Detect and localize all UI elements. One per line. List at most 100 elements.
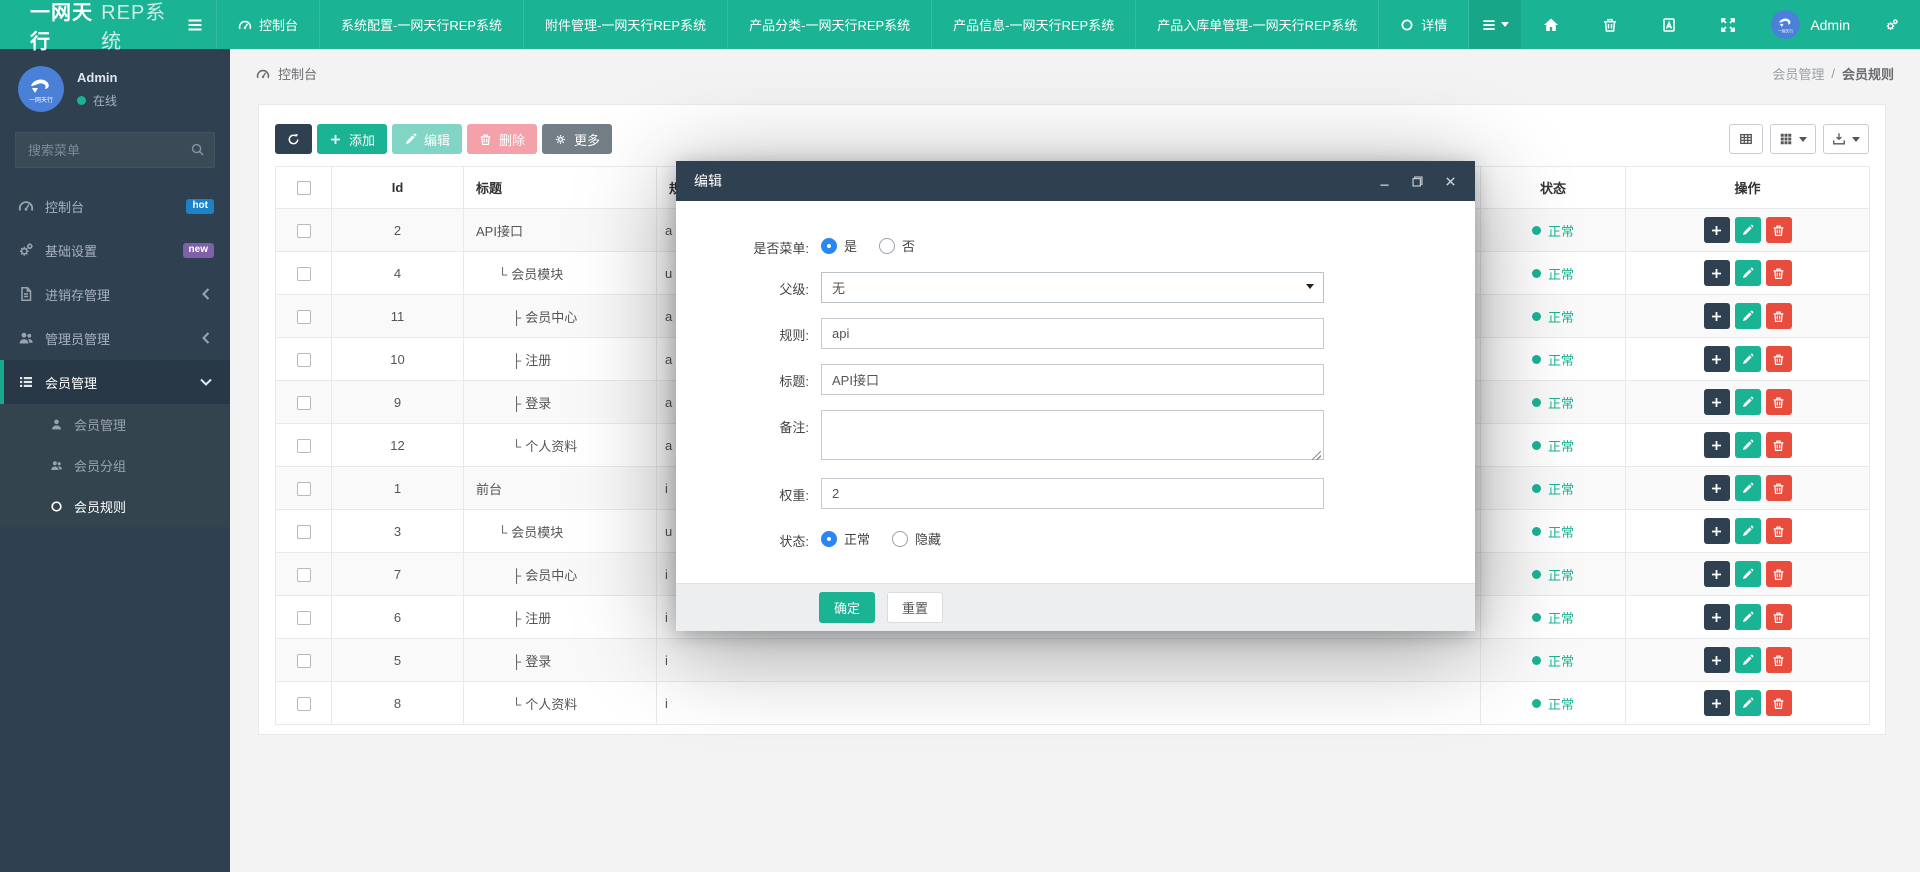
edit-row-button[interactable] [1734,475,1761,501]
delete-row-button[interactable] [1765,475,1792,501]
text-field[interactable] [821,318,1324,349]
text-field[interactable] [821,478,1324,509]
add-child-button[interactable] [1703,303,1730,329]
add-button[interactable]: 添加 [317,124,388,154]
row-checkbox[interactable] [296,567,311,582]
row-checkbox[interactable] [296,223,311,238]
refresh-button[interactable] [275,124,312,154]
tab-list-dropdown-button[interactable] [1469,0,1522,49]
add-child-button[interactable] [1703,604,1730,630]
edit-row-button[interactable] [1734,561,1761,587]
book-button[interactable] [1639,0,1698,49]
sidebar-item-进销存管理[interactable]: 进销存管理 [0,272,230,316]
app-logo[interactable]: 一网天行 REP系统 [0,0,174,53]
nav-tab-1[interactable]: 系统配置-一网天行REP系统 [318,0,523,49]
settings-gears-button[interactable] [1864,0,1920,49]
more-button[interactable]: 更多 [542,124,613,154]
parent-select[interactable]: 无 [821,272,1324,303]
row-checkbox[interactable] [296,610,311,625]
edit-row-button[interactable] [1734,690,1761,716]
row-checkbox[interactable] [296,696,311,711]
nav-tab-4[interactable]: 产品信息-一网天行REP系统 [931,0,1135,49]
toggle-view-button[interactable] [1729,124,1763,154]
user-menu[interactable]: 一网天行 Admin [1757,0,1864,49]
radio-option[interactable]: 正常 [821,529,870,548]
sidebar-item-管理员管理[interactable]: 管理员管理 [0,316,230,360]
radio-option[interactable]: 隐藏 [892,529,941,548]
edit-row-button[interactable] [1734,389,1761,415]
row-checkbox[interactable] [296,481,311,496]
add-child-button[interactable] [1703,561,1730,587]
radio-option[interactable]: 否 [879,236,915,255]
row-checkbox[interactable] [296,438,311,453]
confirm-button[interactable]: 确定 [819,592,876,623]
delete-row-button[interactable] [1765,389,1792,415]
delete-row-button[interactable] [1765,346,1792,372]
columns-button[interactable] [1770,124,1816,154]
column-header-状态[interactable]: 状态 [1480,166,1626,209]
delete-row-button[interactable] [1765,647,1792,673]
nav-tab-console[interactable]: 控制台 [215,0,319,49]
edit-row-button[interactable] [1734,432,1761,458]
expand-button[interactable] [1698,0,1757,49]
edit-row-button[interactable] [1734,518,1761,544]
radio-unchecked-icon[interactable] [879,237,896,254]
trash-button[interactable] [1580,0,1639,49]
edit-row-button[interactable] [1734,346,1761,372]
profile-avatar[interactable]: 一网天行 [18,66,64,112]
add-child-button[interactable] [1703,475,1730,501]
row-checkbox[interactable] [296,309,311,324]
edit-row-button[interactable] [1734,217,1761,243]
nav-tab-2[interactable]: 附件管理-一网天行REP系统 [523,0,727,49]
remark-textarea[interactable] [821,410,1324,460]
column-header-Id[interactable]: Id [331,166,464,209]
row-checkbox[interactable] [296,653,311,668]
menu-search-input[interactable] [15,132,215,168]
add-child-button[interactable] [1703,346,1730,372]
add-child-button[interactable] [1703,217,1730,243]
maximize-icon[interactable] [1411,175,1424,188]
sidebar-subitem-会员分组[interactable]: 会员分组 [0,445,230,486]
column-header-操作[interactable]: 操作 [1625,166,1870,209]
sidebar-item-基础设置[interactable]: 基础设置 new [0,228,230,272]
close-icon[interactable] [1444,175,1457,188]
nav-tab-3[interactable]: 产品分类-一网天行REP系统 [727,0,931,49]
delete-row-button[interactable] [1765,604,1792,630]
row-checkbox[interactable] [296,395,311,410]
select-all-checkbox[interactable] [296,181,311,196]
edit-row-button[interactable] [1734,604,1761,630]
edit-row-button[interactable] [1734,647,1761,673]
edit-row-button[interactable] [1734,303,1761,329]
column-header-标题[interactable]: 标题 [463,166,657,209]
delete-row-button[interactable] [1765,260,1792,286]
sidebar-toggle-button[interactable] [174,0,216,49]
add-child-button[interactable] [1703,690,1730,716]
delete-row-button[interactable] [1765,518,1792,544]
delete-row-button[interactable] [1765,432,1792,458]
sidebar-item-控制台[interactable]: 控制台 hot [0,184,230,228]
delete-row-button[interactable] [1765,217,1792,243]
row-checkbox[interactable] [296,524,311,539]
edit-row-button[interactable] [1734,260,1761,286]
radio-checked-icon[interactable] [821,530,837,547]
nav-tab-6[interactable]: 详情 [1378,0,1470,49]
delete-row-button[interactable] [1765,561,1792,587]
minimize-icon[interactable] [1378,175,1391,188]
delete-row-button[interactable] [1765,690,1792,716]
reset-button[interactable]: 重置 [887,592,944,623]
sidebar-subitem-会员规则[interactable]: 会员规则 [0,486,230,527]
add-child-button[interactable] [1703,432,1730,458]
export-button[interactable] [1823,124,1869,154]
text-field[interactable] [821,364,1324,395]
radio-unchecked-icon[interactable] [892,530,909,547]
delete-row-button[interactable] [1765,303,1792,329]
radio-option[interactable]: 是 [821,236,857,255]
nav-tab-5[interactable]: 产品入库单管理-一网天行REP系统 [1135,0,1378,49]
row-checkbox[interactable] [296,352,311,367]
add-child-button[interactable] [1703,389,1730,415]
row-checkbox[interactable] [296,266,311,281]
home-button[interactable] [1521,0,1580,49]
add-child-button[interactable] [1703,260,1730,286]
modal-header[interactable]: 编辑 [676,161,1475,201]
add-child-button[interactable] [1703,647,1730,673]
